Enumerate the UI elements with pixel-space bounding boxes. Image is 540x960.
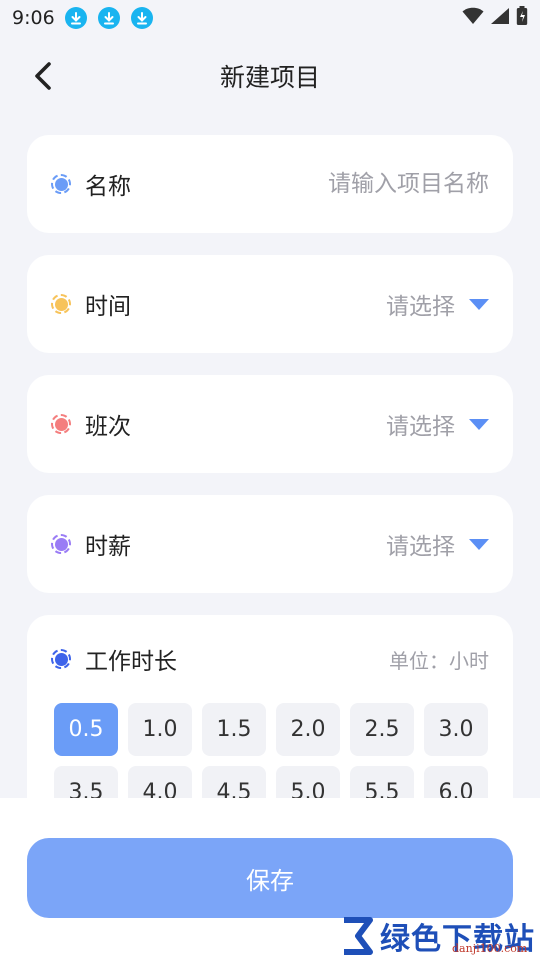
signal-icon [490,7,510,29]
duration-option[interactable]: 0.5 [54,703,118,756]
duration-unit: 单位：小时 [389,648,489,673]
dropdown-arrow-icon [469,418,489,430]
shift-row[interactable]: 班次 请选择 [27,375,513,473]
duration-option[interactable]: 3.0 [424,703,488,756]
time-row[interactable]: 时间 请选择 [27,255,513,353]
page-title: 新建项目 [219,63,320,92]
name-label: 名称 [85,174,131,200]
download-icon [64,7,87,29]
duration-label: 工作时长 [85,649,177,675]
shift-select[interactable]: 请选择 [386,407,489,441]
shift-dot-icon [51,414,71,434]
name-dot-icon [51,174,71,194]
time-select[interactable]: 请选择 [386,287,489,321]
header: 新建项目 [0,48,540,104]
duration-option[interactable]: 1.0 [128,703,192,756]
duration-header: 工作时长 单位：小时 [51,615,489,703]
time-select-value: 请选择 [386,294,455,320]
shift-label: 班次 [85,414,131,440]
status-time: 9:06 [12,7,55,29]
watermark: 绿色下载站 danji100.com [340,912,540,960]
wage-select-value: 请选择 [386,534,455,560]
download-icon [130,7,153,29]
name-input[interactable] [229,171,489,197]
save-button[interactable]: 保存 [27,838,513,918]
battery-icon [516,6,528,30]
status-bar: 9:06 [0,0,540,36]
dropdown-arrow-icon [469,298,489,310]
wage-select[interactable]: 请选择 [386,527,489,561]
back-button[interactable] [26,58,60,94]
duration-dot-icon [51,649,71,669]
duration-option[interactable]: 1.5 [202,703,266,756]
time-dot-icon [51,294,71,314]
watermark-domain: danji100.com [452,942,528,955]
download-icon [97,7,120,29]
shift-select-value: 请选择 [386,414,455,440]
duration-option[interactable]: 2.0 [276,703,340,756]
duration-option[interactable]: 2.5 [350,703,414,756]
name-row: 名称 [27,135,513,233]
wage-row[interactable]: 时薪 请选择 [27,495,513,593]
watermark-logo-icon [344,917,373,955]
chevron-left-icon [35,62,51,90]
wifi-icon [462,7,484,29]
dropdown-arrow-icon [469,538,489,550]
wage-dot-icon [51,534,71,554]
time-label: 时间 [85,294,131,320]
wage-label: 时薪 [85,534,131,560]
